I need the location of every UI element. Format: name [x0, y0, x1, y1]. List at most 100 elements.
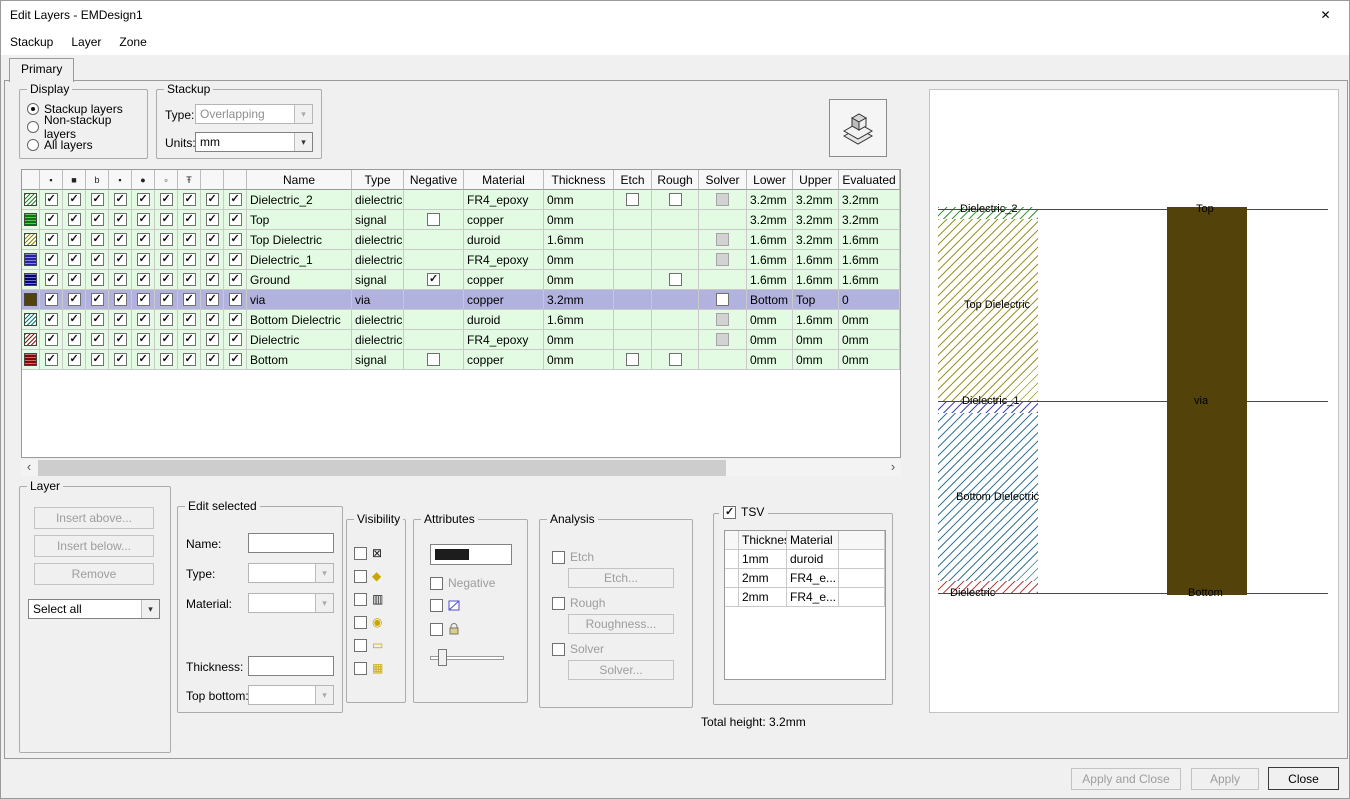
checkbox[interactable]: [68, 313, 81, 326]
checkbox[interactable]: [68, 333, 81, 346]
scroll-right-icon[interactable]: ›: [885, 460, 901, 476]
checkbox[interactable]: [45, 313, 58, 326]
checkbox[interactable]: [427, 213, 440, 226]
stackup-type-select[interactable]: Overlapping ▾: [195, 104, 313, 124]
menu-item-zone[interactable]: Zone: [110, 30, 155, 54]
checkbox[interactable]: [206, 233, 219, 246]
checkbox[interactable]: [183, 333, 196, 346]
table-row-bottom-dielectric[interactable]: Bottom Dielectricdielectricduroid1.6mm0m…: [22, 310, 900, 330]
table-row-dielectric_2[interactable]: Dielectric_2dielectricFR4_epoxy0mm3.2mm3…: [22, 190, 900, 210]
close-button[interactable]: ✕: [1303, 2, 1348, 29]
checkbox[interactable]: [114, 253, 127, 266]
remove-button[interactable]: Remove: [34, 563, 154, 585]
checkbox[interactable]: [160, 213, 173, 226]
checkbox[interactable]: [91, 293, 104, 306]
checkbox[interactable]: [626, 193, 639, 206]
roughness-button[interactable]: Roughness...: [568, 614, 674, 634]
apply-button[interactable]: Apply: [1191, 768, 1259, 790]
checkbox[interactable]: [45, 333, 58, 346]
checkbox[interactable]: [68, 353, 81, 366]
checkbox[interactable]: [354, 547, 367, 560]
scrollbar-thumb[interactable]: [38, 460, 726, 476]
checkbox[interactable]: [183, 193, 196, 206]
checkbox[interactable]: [114, 353, 127, 366]
checkbox[interactable]: [68, 253, 81, 266]
table-row-ground[interactable]: Groundsignalcopper0mm1.6mm1.6mm1.6mm: [22, 270, 900, 290]
table-row-dielectric_1[interactable]: Dielectric_1dielectricFR4_epoxy0mm1.6mm1…: [22, 250, 900, 270]
checkbox[interactable]: [114, 193, 127, 206]
checkbox[interactable]: [354, 639, 367, 652]
checkbox[interactable]: [206, 193, 219, 206]
checkbox[interactable]: [114, 213, 127, 226]
checkbox[interactable]: [183, 293, 196, 306]
tsv-row[interactable]: 2mmFR4_e...: [725, 588, 885, 607]
fill-pattern-button[interactable]: [430, 544, 512, 565]
tsv-checkbox[interactable]: [723, 506, 736, 519]
layer-select-dropdown[interactable]: Select all ▾: [28, 599, 160, 619]
close-button-footer[interactable]: Close: [1268, 767, 1339, 790]
checkbox[interactable]: [68, 273, 81, 286]
checkbox[interactable]: [229, 353, 242, 366]
checkbox[interactable]: [716, 293, 729, 306]
etch-button[interactable]: Etch...: [568, 568, 674, 588]
table-row-top-dielectric[interactable]: Top Dielectricdielectricduroid1.6mm1.6mm…: [22, 230, 900, 250]
insert-above-button[interactable]: Insert above...: [34, 507, 154, 529]
checkbox[interactable]: [183, 313, 196, 326]
checkbox[interactable]: [137, 213, 150, 226]
checkbox[interactable]: [91, 353, 104, 366]
checkbox[interactable]: [669, 353, 682, 366]
table-row-dielectric[interactable]: DielectricdielectricFR4_epoxy0mm0mm0mm0m…: [22, 330, 900, 350]
checkbox[interactable]: [206, 353, 219, 366]
checkbox[interactable]: [229, 293, 242, 306]
checkbox[interactable]: [114, 273, 127, 286]
checkbox[interactable]: [626, 353, 639, 366]
checkbox[interactable]: [160, 353, 173, 366]
table-row-top[interactable]: Topsignalcopper0mm3.2mm3.2mm3.2mm: [22, 210, 900, 230]
checkbox[interactable]: [160, 253, 173, 266]
rough-checkbox[interactable]: [552, 597, 565, 610]
checkbox[interactable]: [183, 253, 196, 266]
negative-checkbox[interactable]: [430, 577, 443, 590]
checkbox[interactable]: [354, 616, 367, 629]
checkbox[interactable]: [91, 253, 104, 266]
solver-checkbox[interactable]: [552, 643, 565, 656]
view-3d-button[interactable]: [829, 99, 887, 157]
checkbox[interactable]: [91, 313, 104, 326]
material-select[interactable]: ▾: [248, 593, 334, 613]
checkbox[interactable]: [114, 293, 127, 306]
checkbox[interactable]: [427, 353, 440, 366]
hatch-display-checkbox[interactable]: [430, 599, 443, 612]
thickness-input[interactable]: [248, 656, 334, 676]
checkbox[interactable]: [68, 213, 81, 226]
insert-below-button[interactable]: Insert below...: [34, 535, 154, 557]
checkbox[interactable]: [137, 273, 150, 286]
etch-checkbox[interactable]: [552, 551, 565, 564]
checkbox[interactable]: [669, 193, 682, 206]
checkbox[interactable]: [183, 273, 196, 286]
checkbox[interactable]: [206, 333, 219, 346]
checkbox[interactable]: [229, 253, 242, 266]
slider-thumb[interactable]: [438, 649, 447, 666]
checkbox[interactable]: [45, 253, 58, 266]
checkbox[interactable]: [427, 273, 440, 286]
checkbox[interactable]: [68, 293, 81, 306]
checkbox[interactable]: [354, 593, 367, 606]
units-select[interactable]: mm ▾: [195, 132, 313, 152]
checkbox[interactable]: [45, 293, 58, 306]
checkbox[interactable]: [160, 313, 173, 326]
menu-item-layer[interactable]: Layer: [62, 30, 110, 54]
tsv-row[interactable]: 2mmFR4_e...: [725, 569, 885, 588]
apply-and-close-button[interactable]: Apply and Close: [1071, 768, 1181, 790]
checkbox[interactable]: [91, 193, 104, 206]
checkbox[interactable]: [183, 353, 196, 366]
checkbox[interactable]: [45, 213, 58, 226]
checkbox[interactable]: [160, 193, 173, 206]
checkbox[interactable]: [229, 313, 242, 326]
checkbox[interactable]: [354, 662, 367, 675]
checkbox[interactable]: [206, 313, 219, 326]
table-row-via[interactable]: viaviacopper3.2mmBottomTop0: [22, 290, 900, 310]
checkbox[interactable]: [137, 253, 150, 266]
checkbox[interactable]: [206, 293, 219, 306]
checkbox[interactable]: [229, 213, 242, 226]
name-input[interactable]: [248, 533, 334, 553]
